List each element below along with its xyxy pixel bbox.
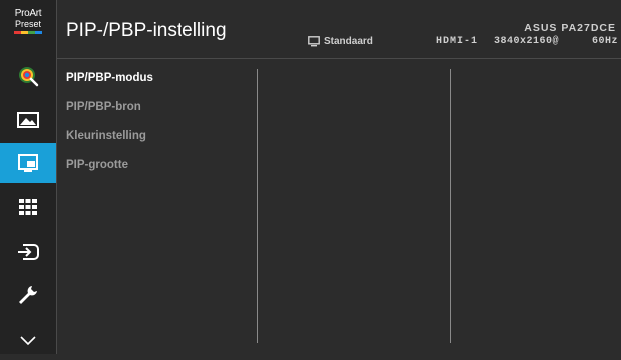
sidebar-item-color[interactable] xyxy=(0,56,56,96)
sidebar-item-pip-pbp[interactable] xyxy=(0,143,56,183)
settings-menu: PIP/PBP-modus PIP/PBP-bron Kleurinstelli… xyxy=(66,66,256,182)
menu-item-pip-pbp-mode[interactable]: PIP/PBP-modus xyxy=(66,66,256,90)
sidebar-item-input-select[interactable] xyxy=(0,232,56,272)
proart-preset-logo[interactable]: ProArt Preset xyxy=(8,9,48,45)
preset-mode: Standaard xyxy=(308,36,373,47)
menu-item-pip-pbp-source[interactable]: PIP/PBP-bron xyxy=(66,95,256,119)
input-source: HDMI-1 xyxy=(436,36,479,47)
column-divider xyxy=(450,69,451,343)
pip-pbp-icon xyxy=(17,153,39,173)
monitor-model: ASUS PA27DCE xyxy=(524,22,616,34)
quickfit-icon xyxy=(18,198,38,216)
logo-line-1: ProArt xyxy=(14,8,42,19)
menu-item-color-setting[interactable]: Kleurinstelling xyxy=(66,124,256,148)
logo-color-bar xyxy=(14,31,42,34)
column-divider xyxy=(257,69,258,343)
image-icon xyxy=(17,111,39,129)
osd-menu: ProArt Preset PIP-/PBP-instelling Standa… xyxy=(0,0,621,354)
logo-line-2: Preset xyxy=(14,19,41,29)
chevron-down-icon xyxy=(19,334,37,346)
menu-item-pip-size[interactable]: PIP-grootte xyxy=(66,153,256,177)
sidebar: ProArt Preset xyxy=(0,0,57,354)
preset-mode-label: Standaard xyxy=(324,36,373,47)
wrench-icon xyxy=(17,284,39,306)
sidebar-item-system-setup[interactable] xyxy=(0,275,56,315)
sidebar-scroll-down[interactable] xyxy=(0,320,56,360)
sidebar-item-quickfit[interactable] xyxy=(0,187,56,227)
color-icon xyxy=(17,65,39,87)
header: PIP-/PBP-instelling Standaard ASUS PA27D… xyxy=(57,0,621,59)
input-select-icon xyxy=(17,242,39,262)
page-title: PIP-/PBP-instelling xyxy=(66,20,227,41)
refresh-rate: 60Hz xyxy=(591,36,618,47)
resolution: 3840x2160@ xyxy=(494,36,560,47)
sidebar-item-image[interactable] xyxy=(0,100,56,140)
monitor-icon xyxy=(308,36,320,47)
